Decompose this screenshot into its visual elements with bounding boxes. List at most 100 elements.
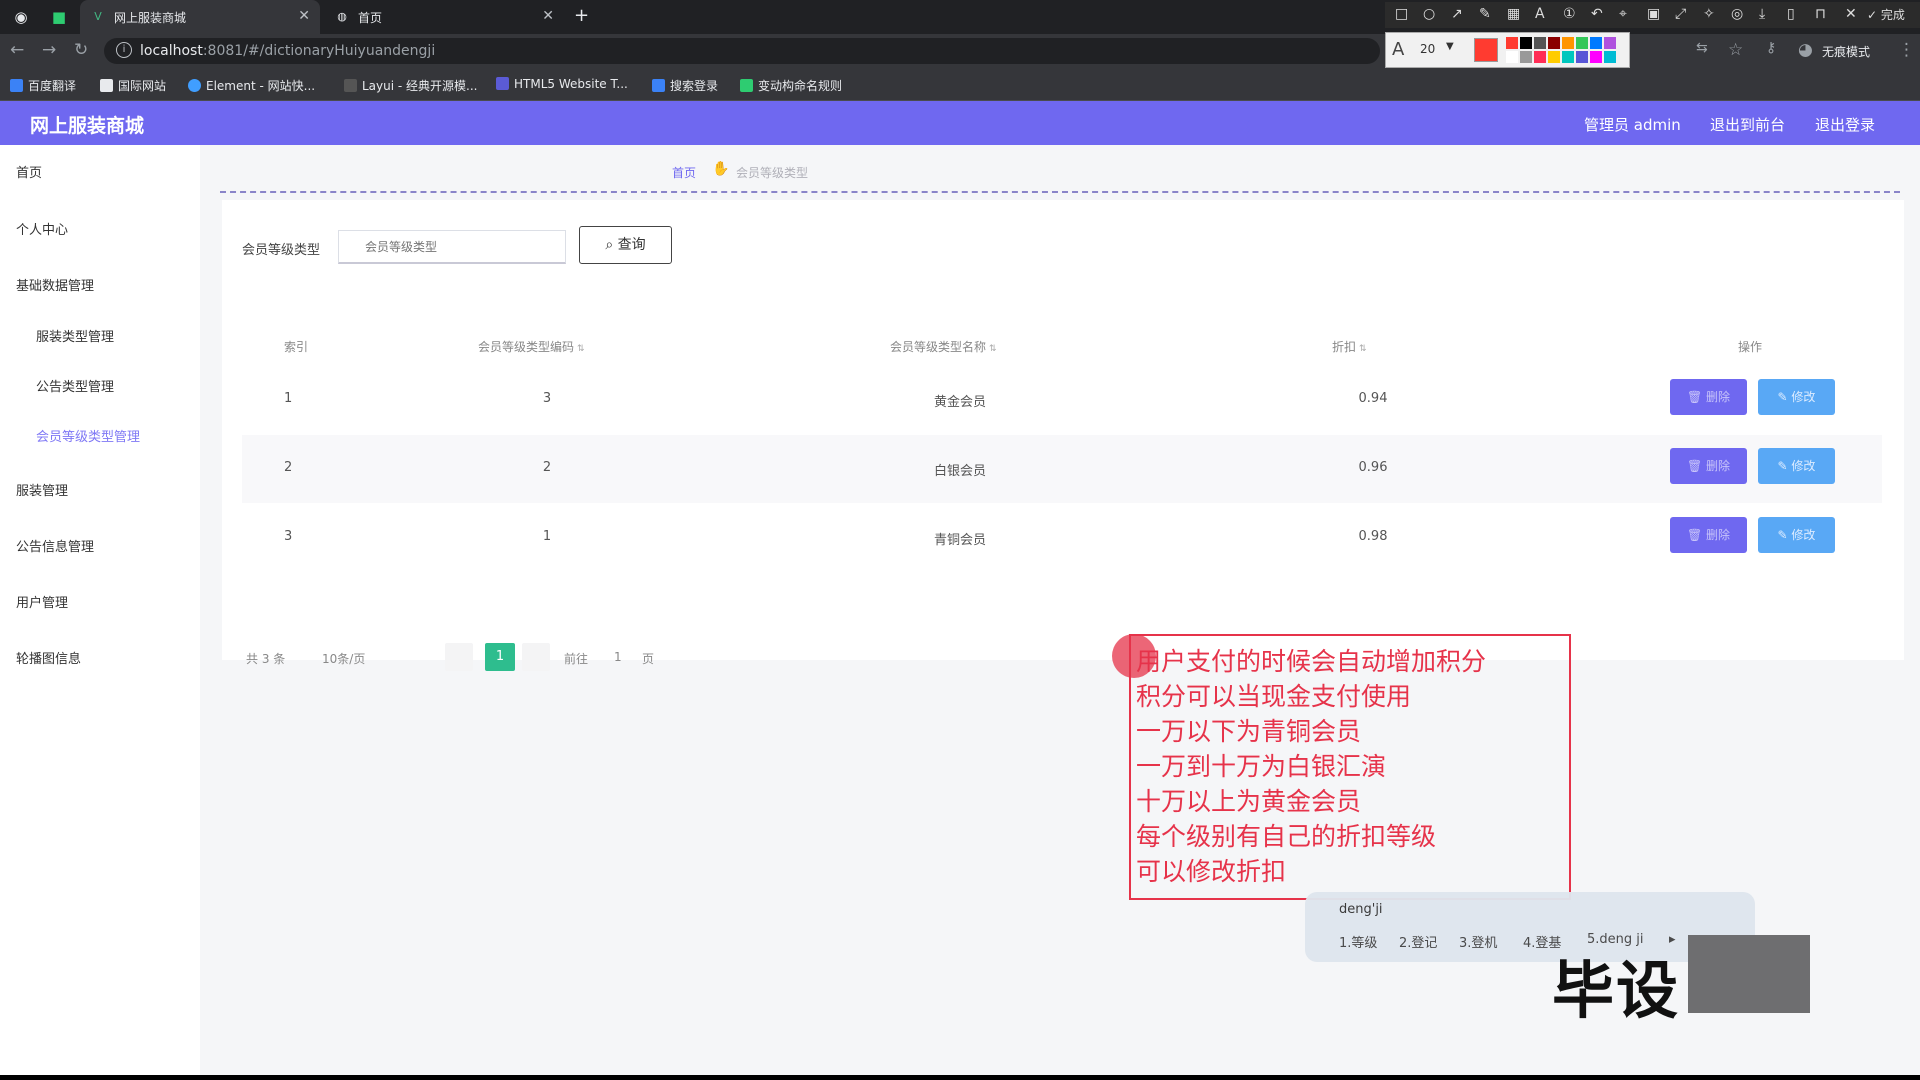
search-button[interactable]: ⌕ 查询 — [579, 226, 672, 264]
color-palette[interactable] — [1506, 37, 1626, 65]
color-swatch[interactable] — [1506, 51, 1518, 63]
chrome-icon[interactable]: ◉ — [10, 6, 32, 28]
close-icon[interactable]: ✕ — [542, 8, 554, 24]
reload-icon[interactable]: ↻ — [74, 40, 88, 60]
record-icon[interactable]: ◎ — [1731, 6, 1743, 22]
note-line: 十万以上为黄金会员 — [1136, 787, 1362, 816]
address-bar[interactable]: i localhost:8081/#/dictionaryHuiyuandeng… — [104, 38, 1380, 64]
delete-button[interactable]: 🗑 删除 — [1670, 379, 1747, 415]
color-swatch[interactable] — [1520, 51, 1532, 63]
color-swatch[interactable] — [1534, 51, 1546, 63]
bookmark-icon[interactable]: ⊓ — [1815, 6, 1826, 22]
scroll-icon[interactable]: ⤢ — [1675, 6, 1686, 22]
color-swatch[interactable] — [1576, 37, 1588, 49]
sidebar-item-clothing[interactable]: 服装管理 — [16, 480, 68, 499]
color-swatch[interactable] — [1604, 51, 1616, 63]
text-icon[interactable]: A — [1535, 6, 1545, 22]
column-header-code[interactable]: 会员等级类型编码 ⇅ — [478, 338, 585, 355]
bookmark-item[interactable]: Element - 网站快... — [188, 77, 315, 94]
prev-page-button[interactable] — [445, 643, 473, 671]
sidebar-item-users[interactable]: 用户管理 — [16, 592, 68, 611]
column-header-discount[interactable]: 折扣 ⇅ — [1332, 338, 1367, 355]
current-color-swatch[interactable] — [1474, 38, 1498, 62]
sidebar-item-clothing-type[interactable]: 服装类型管理 — [36, 326, 114, 345]
search-input[interactable] — [338, 230, 566, 264]
sidebar-item-profile[interactable]: 个人中心 — [16, 219, 68, 238]
color-swatch[interactable] — [1562, 51, 1574, 63]
edit-button[interactable]: ✎ 修改 — [1758, 448, 1835, 484]
app-icon[interactable]: ■ — [48, 6, 70, 28]
column-header-name[interactable]: 会员等级类型名称 ⇅ — [890, 338, 997, 355]
delete-button[interactable]: 🗑 删除 — [1670, 448, 1747, 484]
arrow-icon[interactable]: ↗ — [1451, 6, 1463, 22]
sidebar-item-carousel[interactable]: 轮播图信息 — [16, 648, 81, 667]
bookmark-item[interactable]: Layui - 经典开源模... — [344, 77, 477, 94]
annotation-toolbar: □ ○ ↗ ✎ ▦ A ① ↶ ⌖ ▣ ⤢ ✧ ◎ ⤓ ▯ ⊓ ✕ ✓ 完成 A… — [1385, 0, 1920, 68]
forward-icon[interactable]: → — [42, 40, 56, 60]
number-icon[interactable]: ① — [1563, 6, 1576, 22]
sidebar-item-notice[interactable]: 公告信息管理 — [16, 536, 94, 555]
color-swatch[interactable] — [1548, 37, 1560, 49]
edit-button[interactable]: ✎ 修改 — [1758, 517, 1835, 553]
color-swatch[interactable] — [1604, 37, 1616, 49]
table-header: 索引 会员等级类型编码 ⇅ 会员等级类型名称 ⇅ 折扣 ⇅ 操作 — [242, 324, 1882, 366]
page-size-select[interactable]: 10条/页 — [322, 650, 365, 667]
bookmark-item[interactable]: 国际网站 — [100, 77, 166, 94]
color-swatch[interactable] — [1534, 37, 1546, 49]
ime-candidate[interactable]: 2.登记 — [1399, 932, 1437, 951]
pin-icon[interactable]: ⌖ — [1619, 6, 1627, 22]
chevron-down-icon[interactable]: ▼ — [1446, 41, 1454, 52]
pen-icon[interactable]: ✎ — [1479, 6, 1491, 22]
color-swatch[interactable] — [1506, 37, 1518, 49]
undo-icon[interactable]: ↶ — [1591, 6, 1603, 22]
delete-button[interactable]: 🗑 删除 — [1670, 517, 1747, 553]
back-to-front-link[interactable]: 退出到前台 — [1710, 114, 1785, 135]
bookmark-item[interactable]: 搜索登录 — [652, 77, 718, 94]
effect-icon[interactable]: ✧ — [1703, 6, 1715, 22]
close-icon[interactable]: ✕ — [298, 8, 310, 24]
search-icon: ⌕ — [605, 237, 614, 253]
circle-icon[interactable]: ○ — [1423, 6, 1435, 22]
color-swatch[interactable] — [1590, 51, 1602, 63]
color-swatch[interactable] — [1576, 51, 1588, 63]
page-number-current[interactable]: 1 — [485, 643, 515, 671]
cancel-icon[interactable]: ✕ — [1845, 6, 1857, 22]
logout-link[interactable]: 退出登录 — [1815, 114, 1875, 135]
cell-code: 1 — [542, 529, 552, 544]
copy-icon[interactable]: ▯ — [1787, 6, 1795, 22]
info-icon[interactable]: i — [116, 42, 132, 58]
back-icon[interactable]: ← — [10, 40, 24, 60]
bookmark-item[interactable]: HTML5 Website T... — [496, 77, 628, 91]
cell-name: 青铜会员 — [933, 533, 986, 548]
sidebar-item-home[interactable]: 首页 — [16, 162, 42, 181]
ime-candidate[interactable]: 1.等级 — [1339, 932, 1377, 951]
color-swatch[interactable] — [1520, 37, 1532, 49]
sidebar-item-member-level[interactable]: 会员等级类型管理 — [36, 426, 140, 445]
tab-active[interactable]: V 网上服装商城 ✕ — [80, 0, 320, 34]
bookmark-item[interactable]: 百度翻译 — [10, 77, 76, 94]
mosaic-icon[interactable]: ▦ — [1507, 6, 1520, 22]
done-button[interactable]: ✓ 完成 — [1867, 6, 1905, 23]
cell-discount: 0.96 — [1358, 460, 1388, 475]
new-tab-button[interactable]: + — [574, 5, 589, 26]
edit-button[interactable]: ✎ 修改 — [1758, 379, 1835, 415]
goto-page-input[interactable]: 1 — [614, 650, 622, 664]
ime-candidate[interactable]: 3.登机 — [1459, 932, 1497, 951]
color-swatch[interactable] — [1590, 37, 1602, 49]
cell-discount: 0.94 — [1358, 391, 1388, 406]
font-size-select[interactable]: 20 — [1420, 42, 1435, 56]
bookmark-item[interactable]: 变动构命名规则 — [740, 77, 842, 94]
top-navbar: 网上服装商城 管理员 admin 退出到前台 退出登录 — [0, 101, 1920, 145]
breadcrumb-home[interactable]: 首页 — [672, 164, 696, 181]
cell-name: 黄金会员 — [933, 395, 986, 410]
tab-home[interactable]: ◍ 首页 ✕ — [324, 0, 564, 34]
color-swatch[interactable] — [1548, 51, 1560, 63]
ocr-icon[interactable]: ▣ — [1647, 6, 1660, 22]
sidebar-item-notice-type[interactable]: 公告类型管理 — [36, 376, 114, 395]
download-icon[interactable]: ⤓ — [1759, 6, 1765, 22]
brand-title: 网上服装商城 — [30, 115, 145, 137]
color-swatch[interactable] — [1562, 37, 1574, 49]
sidebar-item-basic-data[interactable]: 基础数据管理 — [16, 275, 94, 294]
rectangle-icon[interactable]: □ — [1395, 6, 1408, 22]
next-page-button[interactable] — [522, 643, 550, 671]
